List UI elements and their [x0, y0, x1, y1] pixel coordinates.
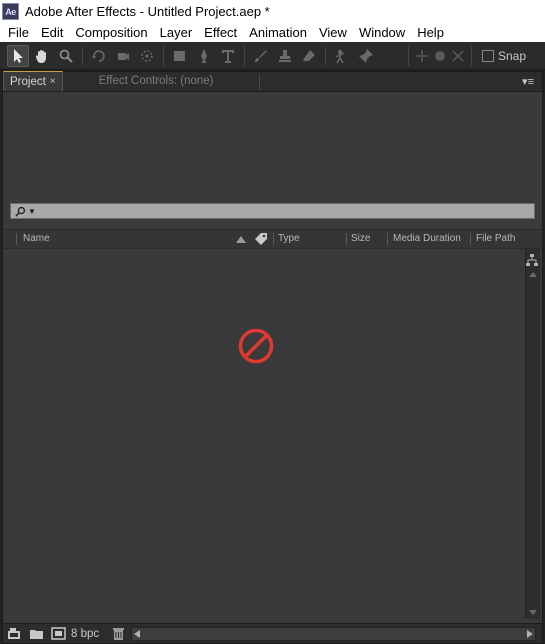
- snap-toggle[interactable]: Snap: [482, 49, 526, 63]
- project-panel: Project × Effect Controls: (none) ▾≡ ▼ N…: [2, 71, 543, 644]
- brush-tool-icon[interactable]: [250, 45, 272, 67]
- axis-world-icon[interactable]: [432, 45, 448, 67]
- menu-effect[interactable]: Effect: [198, 23, 243, 42]
- scroll-down-arrow-icon[interactable]: [529, 610, 537, 615]
- new-folder-icon[interactable]: [25, 625, 47, 643]
- search-icon: [15, 206, 26, 217]
- panel-footer: 8 bpc: [3, 623, 542, 643]
- toolbar-divider: [244, 45, 245, 66]
- toolbar-divider: [471, 45, 472, 66]
- vertical-scrollbar[interactable]: [525, 249, 540, 619]
- column-divider: [346, 233, 347, 245]
- scroll-left-arrow-icon[interactable]: [134, 629, 141, 638]
- column-header-file-path[interactable]: File Path: [476, 230, 515, 248]
- hand-tool-icon[interactable]: [31, 45, 53, 67]
- interpret-footage-icon[interactable]: [3, 625, 25, 643]
- window-title: Adobe After Effects - Untitled Project.a…: [25, 4, 270, 19]
- eraser-tool-icon[interactable]: [298, 45, 320, 67]
- axis-local-icon[interactable]: [414, 45, 430, 67]
- rectangle-tool-icon[interactable]: [169, 45, 191, 67]
- menu-window[interactable]: Window: [353, 23, 411, 42]
- project-thumbnail-area: [3, 92, 542, 201]
- tab-effect-controls[interactable]: Effect Controls: (none): [93, 71, 220, 91]
- menu-bar: File Edit Composition Layer Effect Anima…: [0, 23, 545, 42]
- horizontal-scrollbar[interactable]: [131, 626, 536, 641]
- column-divider: [387, 233, 388, 245]
- puppet-pin-icon[interactable]: [355, 45, 377, 67]
- scroll-up-arrow-icon[interactable]: [529, 272, 537, 277]
- new-composition-icon[interactable]: [47, 625, 69, 643]
- snap-checkbox[interactable]: [482, 49, 494, 62]
- column-divider: [470, 233, 471, 245]
- tab-divider: [259, 73, 261, 90]
- column-header-media-duration[interactable]: Media Duration: [393, 230, 461, 248]
- tab-project-label: Project: [10, 75, 46, 88]
- tab-project[interactable]: Project ×: [3, 71, 63, 91]
- panel-menu-icon[interactable]: ▾≡: [522, 75, 534, 88]
- not-allowed-icon: [238, 328, 274, 364]
- tab-effect-controls-label: Effect Controls: (none): [98, 75, 214, 87]
- rotation-tool-icon[interactable]: [88, 45, 110, 67]
- toolbar-divider: [325, 45, 326, 66]
- menu-animation[interactable]: Animation: [243, 23, 313, 42]
- column-header-row: Name Type Size Media Duration File Path: [3, 229, 542, 249]
- roto-brush-icon[interactable]: [331, 45, 353, 67]
- menu-view[interactable]: View: [313, 23, 353, 42]
- search-dropdown-icon[interactable]: ▼: [28, 207, 36, 216]
- tools-panel: Snap: [0, 42, 545, 70]
- bit-depth-button[interactable]: 8 bpc: [71, 628, 99, 640]
- selection-tool-icon[interactable]: [7, 44, 29, 67]
- column-header-size[interactable]: Size: [351, 230, 370, 248]
- column-header-type[interactable]: Type: [278, 230, 300, 248]
- label-tag-icon[interactable]: [253, 232, 269, 246]
- search-row: ▼: [10, 201, 535, 221]
- zoom-tool-icon[interactable]: [55, 45, 77, 67]
- toolbar-divider: [163, 45, 164, 66]
- project-items-list[interactable]: [3, 249, 521, 617]
- trash-icon[interactable]: [107, 625, 129, 643]
- scroll-right-arrow-icon[interactable]: [527, 629, 533, 638]
- title-bar: Ae Adobe After Effects - Untitled Projec…: [0, 0, 545, 23]
- flowchart-icon[interactable]: [525, 253, 539, 267]
- snap-label: Snap: [498, 48, 527, 63]
- clone-stamp-icon[interactable]: [274, 45, 296, 67]
- close-icon[interactable]: ×: [50, 76, 56, 87]
- type-tool-icon[interactable]: [217, 45, 239, 67]
- panel-tab-bar: Project × Effect Controls: (none) ▾≡: [3, 71, 542, 92]
- menu-help[interactable]: Help: [411, 23, 450, 42]
- pen-tool-icon[interactable]: [193, 45, 215, 67]
- pan-behind-icon[interactable]: [136, 45, 158, 67]
- menu-layer[interactable]: Layer: [154, 23, 199, 42]
- axis-view-icon[interactable]: [450, 45, 466, 67]
- sort-ascending-icon[interactable]: [235, 235, 247, 244]
- column-divider: [273, 233, 274, 245]
- menu-file[interactable]: File: [0, 23, 35, 42]
- app-logo-icon: Ae: [2, 3, 19, 20]
- column-divider: [16, 233, 17, 245]
- toolbar-divider: [82, 45, 83, 66]
- menu-edit[interactable]: Edit: [35, 23, 69, 42]
- toolbar-divider: [408, 45, 409, 66]
- menu-composition[interactable]: Composition: [69, 23, 153, 42]
- column-header-name[interactable]: Name: [23, 230, 50, 248]
- orbit-camera-icon[interactable]: [112, 45, 134, 67]
- search-input[interactable]: ▼: [10, 203, 535, 219]
